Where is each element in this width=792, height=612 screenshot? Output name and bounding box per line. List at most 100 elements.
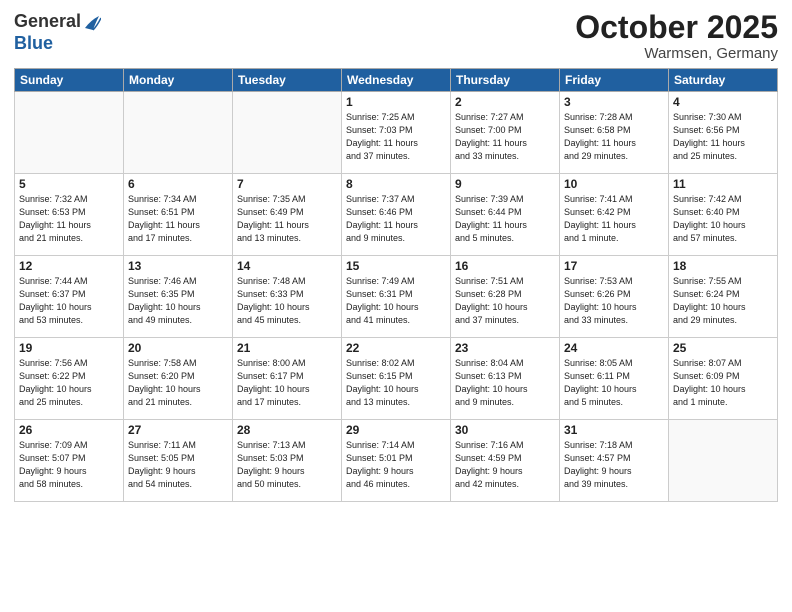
- day-number: 7: [237, 177, 337, 191]
- col-tuesday: Tuesday: [233, 69, 342, 92]
- day-info: Sunrise: 7:48 AM Sunset: 6:33 PM Dayligh…: [237, 275, 337, 327]
- day-number: 3: [564, 95, 664, 109]
- table-row: 16Sunrise: 7:51 AM Sunset: 6:28 PM Dayli…: [451, 256, 560, 338]
- day-number: 14: [237, 259, 337, 273]
- col-thursday: Thursday: [451, 69, 560, 92]
- calendar-week-row: 26 Sunrise: 7:09 AM Sunset: 5:07 PM Dayli…: [15, 420, 778, 502]
- day-number: 31: [564, 423, 664, 437]
- col-saturday: Saturday: [669, 69, 778, 92]
- table-row: 9 Sunrise: 7:39 AM Sunset: 6:44 PM Daylig…: [451, 174, 560, 256]
- col-sunday: Sunday: [15, 69, 124, 92]
- day-number: 5: [19, 177, 119, 191]
- page: General Blue October 2025 Warmsen, Germa…: [0, 0, 792, 612]
- table-row: 23 Sunrise: 8:04 AM Sunset: 6:13 PM Dayli…: [451, 338, 560, 420]
- logo-general-text: General: [14, 12, 81, 32]
- table-row: 3 Sunrise: 7:28 AM Sunset: 6:58 PM Daylig…: [560, 92, 669, 174]
- table-row: 14 Sunrise: 7:48 AM Sunset: 6:33 PM Dayli…: [233, 256, 342, 338]
- day-number: 30: [455, 423, 555, 437]
- day-number: 24: [564, 341, 664, 355]
- day-number: 9: [455, 177, 555, 191]
- day-number: 17: [564, 259, 664, 273]
- day-number: 23: [455, 341, 555, 355]
- day-number: 4: [673, 95, 773, 109]
- day-number: 11: [673, 177, 773, 191]
- calendar-table: Sunday Monday Tuesday Wednesday Thursday…: [14, 68, 778, 502]
- day-info: Sunrise: 7:58 AM Sunset: 6:20 PM Dayligh…: [128, 357, 228, 409]
- day-number: 13: [128, 259, 228, 273]
- col-wednesday: Wednesday: [342, 69, 451, 92]
- day-info: Sunrise: 7:51 AM Sunset: 6:28 PM Dayligh…: [455, 275, 555, 327]
- table-row: 27 Sunrise: 7:11 AM Sunset: 5:05 PM Dayli…: [124, 420, 233, 502]
- day-info: Sunrise: 7:28 AM Sunset: 6:58 PM Dayligh…: [564, 111, 664, 163]
- table-row: [124, 92, 233, 174]
- day-info: Sunrise: 7:46 AM Sunset: 6:35 PM Dayligh…: [128, 275, 228, 327]
- location: Warmsen, Germany: [575, 45, 778, 62]
- calendar-week-row: 19 Sunrise: 7:56 AM Sunset: 6:22 PM Dayli…: [15, 338, 778, 420]
- day-number: 21: [237, 341, 337, 355]
- day-number: 27: [128, 423, 228, 437]
- day-info: Sunrise: 7:41 AM Sunset: 6:42 PM Dayligh…: [564, 193, 664, 245]
- day-number: 15: [346, 259, 446, 273]
- day-info: Sunrise: 7:55 AM Sunset: 6:24 PM Dayligh…: [673, 275, 773, 327]
- table-row: [669, 420, 778, 502]
- table-row: 1 Sunrise: 7:25 AM Sunset: 7:03 PM Daylig…: [342, 92, 451, 174]
- day-info: Sunrise: 7:44 AM Sunset: 6:37 PM Dayligh…: [19, 275, 119, 327]
- table-row: 2Sunrise: 7:27 AM Sunset: 7:00 PM Daylig…: [451, 92, 560, 174]
- day-number: 1: [346, 95, 446, 109]
- day-number: 18: [673, 259, 773, 273]
- day-info: Sunrise: 7:37 AM Sunset: 6:46 PM Dayligh…: [346, 193, 446, 245]
- table-row: 30 Sunrise: 7:16 AM Sunset: 4:59 PM Dayli…: [451, 420, 560, 502]
- table-row: 28Sunrise: 7:13 AM Sunset: 5:03 PM Dayli…: [233, 420, 342, 502]
- day-number: 26: [19, 423, 119, 437]
- table-row: 4 Sunrise: 7:30 AM Sunset: 6:56 PM Daylig…: [669, 92, 778, 174]
- day-info: Sunrise: 8:07 AM Sunset: 6:09 PM Dayligh…: [673, 357, 773, 409]
- table-row: 15 Sunrise: 7:49 AM Sunset: 6:31 PM Dayli…: [342, 256, 451, 338]
- table-row: 20 Sunrise: 7:58 AM Sunset: 6:20 PM Dayli…: [124, 338, 233, 420]
- day-info: Sunrise: 7:30 AM Sunset: 6:56 PM Dayligh…: [673, 111, 773, 163]
- table-row: 11 Sunrise: 7:42 AM Sunset: 6:40 PM Dayli…: [669, 174, 778, 256]
- day-info: Sunrise: 8:05 AM Sunset: 6:11 PM Dayligh…: [564, 357, 664, 409]
- calendar-week-row: 1 Sunrise: 7:25 AM Sunset: 7:03 PM Daylig…: [15, 92, 778, 174]
- table-row: 7 Sunrise: 7:35 AM Sunset: 6:49 PM Daylig…: [233, 174, 342, 256]
- day-info: Sunrise: 7:35 AM Sunset: 6:49 PM Dayligh…: [237, 193, 337, 245]
- table-row: 26 Sunrise: 7:09 AM Sunset: 5:07 PM Dayli…: [15, 420, 124, 502]
- day-number: 10: [564, 177, 664, 191]
- day-info: Sunrise: 8:00 AM Sunset: 6:17 PM Dayligh…: [237, 357, 337, 409]
- day-info: Sunrise: 7:34 AM Sunset: 6:51 PM Dayligh…: [128, 193, 228, 245]
- day-info: Sunrise: 7:56 AM Sunset: 6:22 PM Dayligh…: [19, 357, 119, 409]
- day-number: 2: [455, 95, 555, 109]
- table-row: 19 Sunrise: 7:56 AM Sunset: 6:22 PM Dayli…: [15, 338, 124, 420]
- table-row: 8 Sunrise: 7:37 AM Sunset: 6:46 PM Daylig…: [342, 174, 451, 256]
- day-info: Sunrise: 7:39 AM Sunset: 6:44 PM Dayligh…: [455, 193, 555, 245]
- title-area: October 2025 Warmsen, Germany: [575, 10, 778, 62]
- day-number: 19: [19, 341, 119, 355]
- calendar-header-row: Sunday Monday Tuesday Wednesday Thursday…: [15, 69, 778, 92]
- logo-bird-icon: [83, 10, 101, 34]
- table-row: 10 Sunrise: 7:41 AM Sunset: 6:42 PM Dayli…: [560, 174, 669, 256]
- table-row: [15, 92, 124, 174]
- table-row: 18 Sunrise: 7:55 AM Sunset: 6:24 PM Dayli…: [669, 256, 778, 338]
- logo: General Blue: [14, 10, 101, 54]
- table-row: 21 Sunrise: 8:00 AM Sunset: 6:17 PM Dayli…: [233, 338, 342, 420]
- day-number: 8: [346, 177, 446, 191]
- day-info: Sunrise: 7:42 AM Sunset: 6:40 PM Dayligh…: [673, 193, 773, 245]
- day-info: Sunrise: 7:49 AM Sunset: 6:31 PM Dayligh…: [346, 275, 446, 327]
- day-info: Sunrise: 7:18 AM Sunset: 4:57 PM Dayligh…: [564, 439, 664, 491]
- table-row: 6 Sunrise: 7:34 AM Sunset: 6:51 PM Daylig…: [124, 174, 233, 256]
- calendar-week-row: 12 Sunrise: 7:44 AM Sunset: 6:37 PM Dayli…: [15, 256, 778, 338]
- day-info: Sunrise: 7:14 AM Sunset: 5:01 PM Dayligh…: [346, 439, 446, 491]
- day-info: Sunrise: 7:11 AM Sunset: 5:05 PM Dayligh…: [128, 439, 228, 491]
- day-info: Sunrise: 7:16 AM Sunset: 4:59 PM Dayligh…: [455, 439, 555, 491]
- table-row: 17Sunrise: 7:53 AM Sunset: 6:26 PM Dayli…: [560, 256, 669, 338]
- day-number: 20: [128, 341, 228, 355]
- day-info: Sunrise: 7:09 AM Sunset: 5:07 PM Dayligh…: [19, 439, 119, 491]
- day-number: 12: [19, 259, 119, 273]
- day-number: 6: [128, 177, 228, 191]
- table-row: 13 Sunrise: 7:46 AM Sunset: 6:35 PM Dayli…: [124, 256, 233, 338]
- day-info: Sunrise: 7:25 AM Sunset: 7:03 PM Dayligh…: [346, 111, 446, 163]
- table-row: [233, 92, 342, 174]
- day-info: Sunrise: 8:04 AM Sunset: 6:13 PM Dayligh…: [455, 357, 555, 409]
- table-row: 25Sunrise: 8:07 AM Sunset: 6:09 PM Dayli…: [669, 338, 778, 420]
- day-info: Sunrise: 7:32 AM Sunset: 6:53 PM Dayligh…: [19, 193, 119, 245]
- header: General Blue October 2025 Warmsen, Germa…: [14, 10, 778, 62]
